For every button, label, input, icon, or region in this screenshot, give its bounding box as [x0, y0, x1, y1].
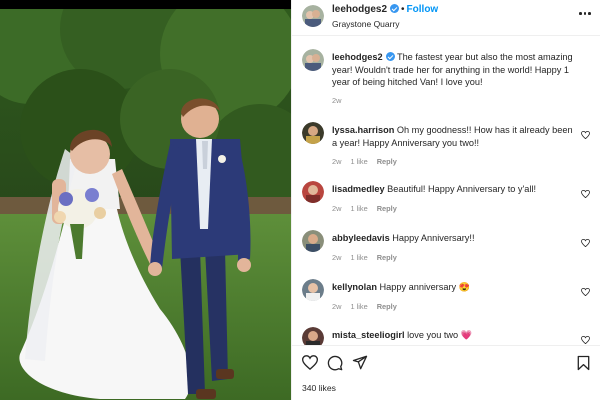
comment-text: Happy Anniversary!!	[392, 233, 475, 243]
comment-like-heart-icon[interactable]	[581, 234, 590, 248]
verified-badge-icon	[385, 52, 395, 61]
caption-author-avatar[interactable]	[302, 49, 324, 71]
comment-username[interactable]: kellynolan	[332, 282, 377, 292]
verified-badge-icon	[390, 4, 400, 13]
commenter-avatar[interactable]	[302, 279, 324, 301]
comment-username[interactable]: mista_steeliogirl	[332, 330, 405, 340]
reply-button[interactable]: Reply	[377, 302, 397, 311]
commenter-avatar[interactable]	[302, 122, 324, 144]
comment-likes[interactable]: 1 like	[350, 302, 367, 311]
post-detail-panel: leehodges2 • Follow Graystone Quarry leeho…	[291, 0, 600, 400]
follow-button[interactable]: Follow	[407, 4, 439, 15]
comment-likes[interactable]: 1 like	[350, 204, 367, 213]
comment-text: Beautiful! Happy Anniversary to y'all!	[387, 184, 537, 194]
comment-meta: 2w 1 like Reply	[332, 253, 406, 262]
more-options-icon[interactable]	[579, 12, 591, 16]
commenter-avatar[interactable]	[302, 327, 324, 345]
comment-like-heart-icon[interactable]	[581, 331, 590, 345]
commenter-avatar[interactable]	[302, 181, 324, 203]
instagram-post: leehodges2 • Follow Graystone Quarry leeho…	[0, 0, 600, 400]
comment-icon[interactable]	[327, 355, 343, 376]
comment-like-heart-icon[interactable]	[581, 126, 590, 140]
reply-button[interactable]: Reply	[377, 157, 397, 166]
author-username[interactable]: leehodges2	[332, 4, 387, 15]
likes-count[interactable]: 340 likes	[302, 383, 336, 393]
comments-scroll-area[interactable]: leehodges2 The fastest year but also the…	[292, 37, 600, 345]
share-icon[interactable]	[352, 355, 368, 375]
location-link[interactable]: Graystone Quarry	[332, 19, 400, 29]
separator-dot: •	[401, 4, 405, 15]
comment-like-heart-icon[interactable]	[581, 185, 590, 199]
comment-time[interactable]: 2w	[332, 302, 341, 311]
comment-like-heart-icon[interactable]	[581, 283, 590, 297]
comment-username[interactable]: abbyleedavis	[332, 233, 390, 243]
comment-meta: 2w 1 like Reply	[332, 302, 406, 311]
comment-text-block: lyssa.harrison Oh my goodness!! How has …	[332, 124, 580, 149]
wedding-photo[interactable]	[0, 9, 291, 400]
comment-likes[interactable]: 1 like	[350, 253, 367, 262]
heart-icon[interactable]	[301, 355, 319, 375]
comment-text: love you two 💗	[407, 330, 473, 340]
comment-time[interactable]: 2w	[332, 204, 341, 213]
comment-meta: 2w 1 like Reply	[332, 157, 406, 166]
comment-meta: 2w 1 like Reply	[332, 204, 406, 213]
caption-username[interactable]: leehodges2	[332, 52, 383, 62]
reply-button[interactable]: Reply	[377, 204, 397, 213]
post-photo-area	[0, 0, 291, 400]
post-header: leehodges2 • Follow Graystone Quarry	[292, 0, 600, 36]
action-bar	[301, 355, 592, 376]
comment-username[interactable]: lyssa.harrison	[332, 125, 394, 135]
comment-text-block: kellynolan Happy anniversary 😍	[332, 281, 580, 294]
comment-time[interactable]: 2w	[332, 157, 341, 166]
caption-meta: 2w	[332, 96, 350, 105]
bookmark-icon[interactable]	[577, 355, 590, 376]
comment-username[interactable]: lisadmedley	[332, 184, 385, 194]
comment-text-block: mista_steeliogirl love you two 💗	[332, 329, 580, 342]
comment-text-block: lisadmedley Beautiful! Happy Anniversary…	[332, 183, 580, 196]
post-footer: 340 likes	[292, 345, 600, 400]
reply-button[interactable]: Reply	[377, 253, 397, 262]
comment-likes[interactable]: 1 like	[350, 157, 367, 166]
caption-time[interactable]: 2w	[332, 96, 341, 105]
caption-text-block: leehodges2 The fastest year but also the…	[332, 51, 580, 89]
comment-text: Happy anniversary 😍	[379, 282, 471, 292]
commenter-avatar[interactable]	[302, 230, 324, 252]
author-avatar[interactable]	[302, 5, 324, 27]
comment-time[interactable]: 2w	[332, 253, 341, 262]
author-line: leehodges2 • Follow	[332, 4, 438, 15]
comment-text-block: abbyleedavis Happy Anniversary!!	[332, 232, 580, 245]
top-black-bar	[0, 0, 291, 9]
